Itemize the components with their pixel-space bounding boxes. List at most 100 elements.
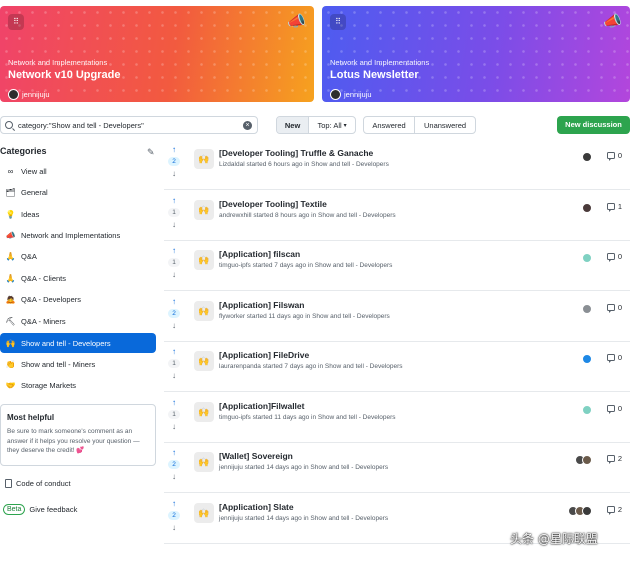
avatar xyxy=(8,89,19,100)
pencil-icon[interactable]: ✎ xyxy=(147,147,155,158)
downvote-arrow-icon[interactable]: ↓ xyxy=(172,169,176,178)
upvote-arrow-icon[interactable]: ↑ xyxy=(172,448,176,457)
comment-count[interactable]: 0 xyxy=(606,404,622,414)
upvote-arrow-icon[interactable]: ↑ xyxy=(172,246,176,255)
avatar[interactable] xyxy=(582,304,592,314)
discussion-title[interactable]: [Developer Tooling] Truffle & Ganache xyxy=(219,148,373,158)
comment-icon xyxy=(606,152,615,161)
comment-count-value: 1 xyxy=(617,202,622,211)
give-feedback-link[interactable]: Beta Give feedback xyxy=(3,504,77,515)
discussion-title[interactable]: [Application] Slate xyxy=(219,502,294,512)
comment-count[interactable]: 0 xyxy=(606,353,622,363)
comment-count[interactable]: 2 xyxy=(606,454,622,464)
discussion-title[interactable]: [Application] FileDrive xyxy=(219,350,309,360)
upvote-arrow-icon[interactable]: ↑ xyxy=(172,297,176,306)
discussion-row[interactable]: ↑ 2 ↓ 🙌 [Wallet] Sovereign jennijuju sta… xyxy=(164,442,630,493)
avatar[interactable] xyxy=(582,354,592,364)
downvote-arrow-icon[interactable]: ↓ xyxy=(172,270,176,279)
vote-control: ↑ 2 ↓ xyxy=(167,145,181,178)
avatar[interactable] xyxy=(582,455,592,465)
infinity-icon: ∞ xyxy=(7,166,14,176)
sidebar-item-qa-developers[interactable]: 🙇 Q&A - Developers xyxy=(0,289,156,309)
comment-count[interactable]: 2 xyxy=(606,505,622,515)
avatar[interactable] xyxy=(582,152,592,162)
downvote-arrow-icon[interactable]: ↓ xyxy=(172,220,176,229)
discussion-title[interactable]: [Wallet] Sovereign xyxy=(219,451,293,461)
banner-author-name: jennijuju xyxy=(22,90,50,99)
code-of-conduct-link[interactable]: Code of conduct xyxy=(5,479,71,488)
comment-count-value: 0 xyxy=(617,151,622,160)
search-input[interactable]: category:"Show and tell - Developers" × xyxy=(0,116,258,134)
downvote-arrow-icon[interactable]: ↓ xyxy=(172,321,176,330)
featured-discussion-card[interactable]: ⠿ 📣 Network and Implementations Network … xyxy=(0,6,314,102)
discussion-row[interactable]: ↑ 1 ↓ 🙌 [Developer Tooling] Textile andr… xyxy=(164,190,630,241)
discussion-row[interactable]: ↑ 1 ↓ 🙌 [Application]Filwallet timguo-ip… xyxy=(164,392,630,443)
downvote-arrow-icon[interactable]: ↓ xyxy=(172,523,176,532)
avatar[interactable] xyxy=(582,203,592,213)
avatar[interactable] xyxy=(582,506,592,516)
unanswered-filter-button[interactable]: Unanswered xyxy=(414,117,475,133)
comment-count-value: 0 xyxy=(617,353,622,362)
vote-control: ↑ 2 ↓ xyxy=(167,297,181,330)
discussion-title[interactable]: [Application]Filwallet xyxy=(219,401,304,411)
participant-avatars xyxy=(575,455,592,465)
sort-toggle: New Top: All ▾ xyxy=(276,116,356,134)
upvote-arrow-icon[interactable]: ↑ xyxy=(172,398,176,407)
banner-title[interactable]: Network v10 Upgrade xyxy=(8,69,120,81)
discussion-title[interactable]: [Developer Tooling] Textile xyxy=(219,199,327,209)
upvote-arrow-icon[interactable]: ↑ xyxy=(172,499,176,508)
sidebar-item-network[interactable]: 📣 Network and Implementations xyxy=(0,225,156,245)
sidebar-item-show-and-tell-developers[interactable]: 🙌 Show and tell - Developers xyxy=(0,333,156,353)
sidebar-item-view-all[interactable]: ∞ View all xyxy=(0,161,156,181)
dot-pattern xyxy=(0,6,314,102)
discussion-title[interactable]: [Application] Filswan xyxy=(219,300,304,310)
banner-author[interactable]: jennijuju xyxy=(8,89,50,100)
vote-control: ↑ 1 ↓ xyxy=(167,246,181,279)
vote-control: ↑ 1 ↓ xyxy=(167,196,181,229)
participant-avatars xyxy=(568,506,592,516)
sort-top-dropdown[interactable]: Top: All ▾ xyxy=(308,117,355,133)
sidebar-item-qa-clients[interactable]: 🙏 Q&A - Clients xyxy=(0,268,156,288)
sidebar-item-show-and-tell-miners[interactable]: 👏 Show and tell - Miners xyxy=(0,354,156,374)
sidebar-item-ideas[interactable]: 💡 Ideas xyxy=(0,204,156,224)
featured-discussion-card[interactable]: ⠿ 📣 Network and Implementations Lotus Ne… xyxy=(322,6,630,102)
upvote-arrow-icon[interactable]: ↑ xyxy=(172,347,176,356)
avatar[interactable] xyxy=(582,253,592,263)
comment-count[interactable]: 0 xyxy=(606,151,622,161)
new-discussion-button[interactable]: New discussion xyxy=(557,116,630,134)
answered-filter-button[interactable]: Answered xyxy=(364,117,414,133)
sidebar-item-qa[interactable]: 🙏 Q&A xyxy=(0,246,156,266)
comment-count[interactable]: 0 xyxy=(606,303,622,313)
discussion-row[interactable]: ↑ 1 ↓ 🙌 [Application] FileDrive lauraren… xyxy=(164,341,630,392)
comment-count[interactable]: 0 xyxy=(606,252,622,262)
downvote-arrow-icon[interactable]: ↓ xyxy=(172,472,176,481)
discussion-row[interactable]: ↑ 1 ↓ 🙌 [Application] filscan timguo-ipf… xyxy=(164,240,630,291)
sidebar-item-qa-miners[interactable]: ⛏ Q&A - Miners xyxy=(0,311,156,331)
upvote-arrow-icon[interactable]: ↑ xyxy=(172,145,176,154)
avatar[interactable] xyxy=(582,405,592,415)
discussion-meta: timguo-ipfs started 7 days ago in Show a… xyxy=(219,262,393,269)
clear-icon[interactable]: × xyxy=(243,121,252,130)
participant-avatars xyxy=(582,405,592,415)
discussion-meta: Lizdaldal started 6 hours ago in Show an… xyxy=(219,161,389,168)
downvote-arrow-icon[interactable]: ↓ xyxy=(172,371,176,380)
sort-new-button[interactable]: New xyxy=(277,117,309,133)
banner-author[interactable]: jennijuju xyxy=(330,89,372,100)
megaphone-icon: 📣 xyxy=(287,13,306,30)
sidebar-item-storage-markets[interactable]: 🤝 Storage Markets xyxy=(0,375,156,395)
drag-handle-icon: ⠿ xyxy=(330,14,346,30)
upvote-arrow-icon[interactable]: ↑ xyxy=(172,196,176,205)
downvote-arrow-icon[interactable]: ↓ xyxy=(172,422,176,431)
discussion-title[interactable]: [Application] filscan xyxy=(219,249,300,259)
raised-hands-icon: 🙌 xyxy=(194,250,214,270)
discussion-meta: timguo-ipfs started 11 days ago in Show … xyxy=(219,414,396,421)
banner-author-name: jennijuju xyxy=(344,90,372,99)
sidebar-item-general[interactable]: 🗂 General xyxy=(0,182,156,202)
discussion-row[interactable]: ↑ 2 ↓ 🙌 [Application] Filswan flyworker … xyxy=(164,291,630,342)
banner-title[interactable]: Lotus Newsletter xyxy=(330,69,419,81)
comment-count[interactable]: 1 xyxy=(606,202,622,212)
chevron-down-icon: ▾ xyxy=(343,122,347,129)
discussion-row[interactable]: ↑ 2 ↓ 🙌 [Developer Tooling] Truffle & Ga… xyxy=(164,139,630,190)
sidebar-item-label: View all xyxy=(21,166,47,176)
most-helpful-title: Most helpful xyxy=(7,413,55,422)
